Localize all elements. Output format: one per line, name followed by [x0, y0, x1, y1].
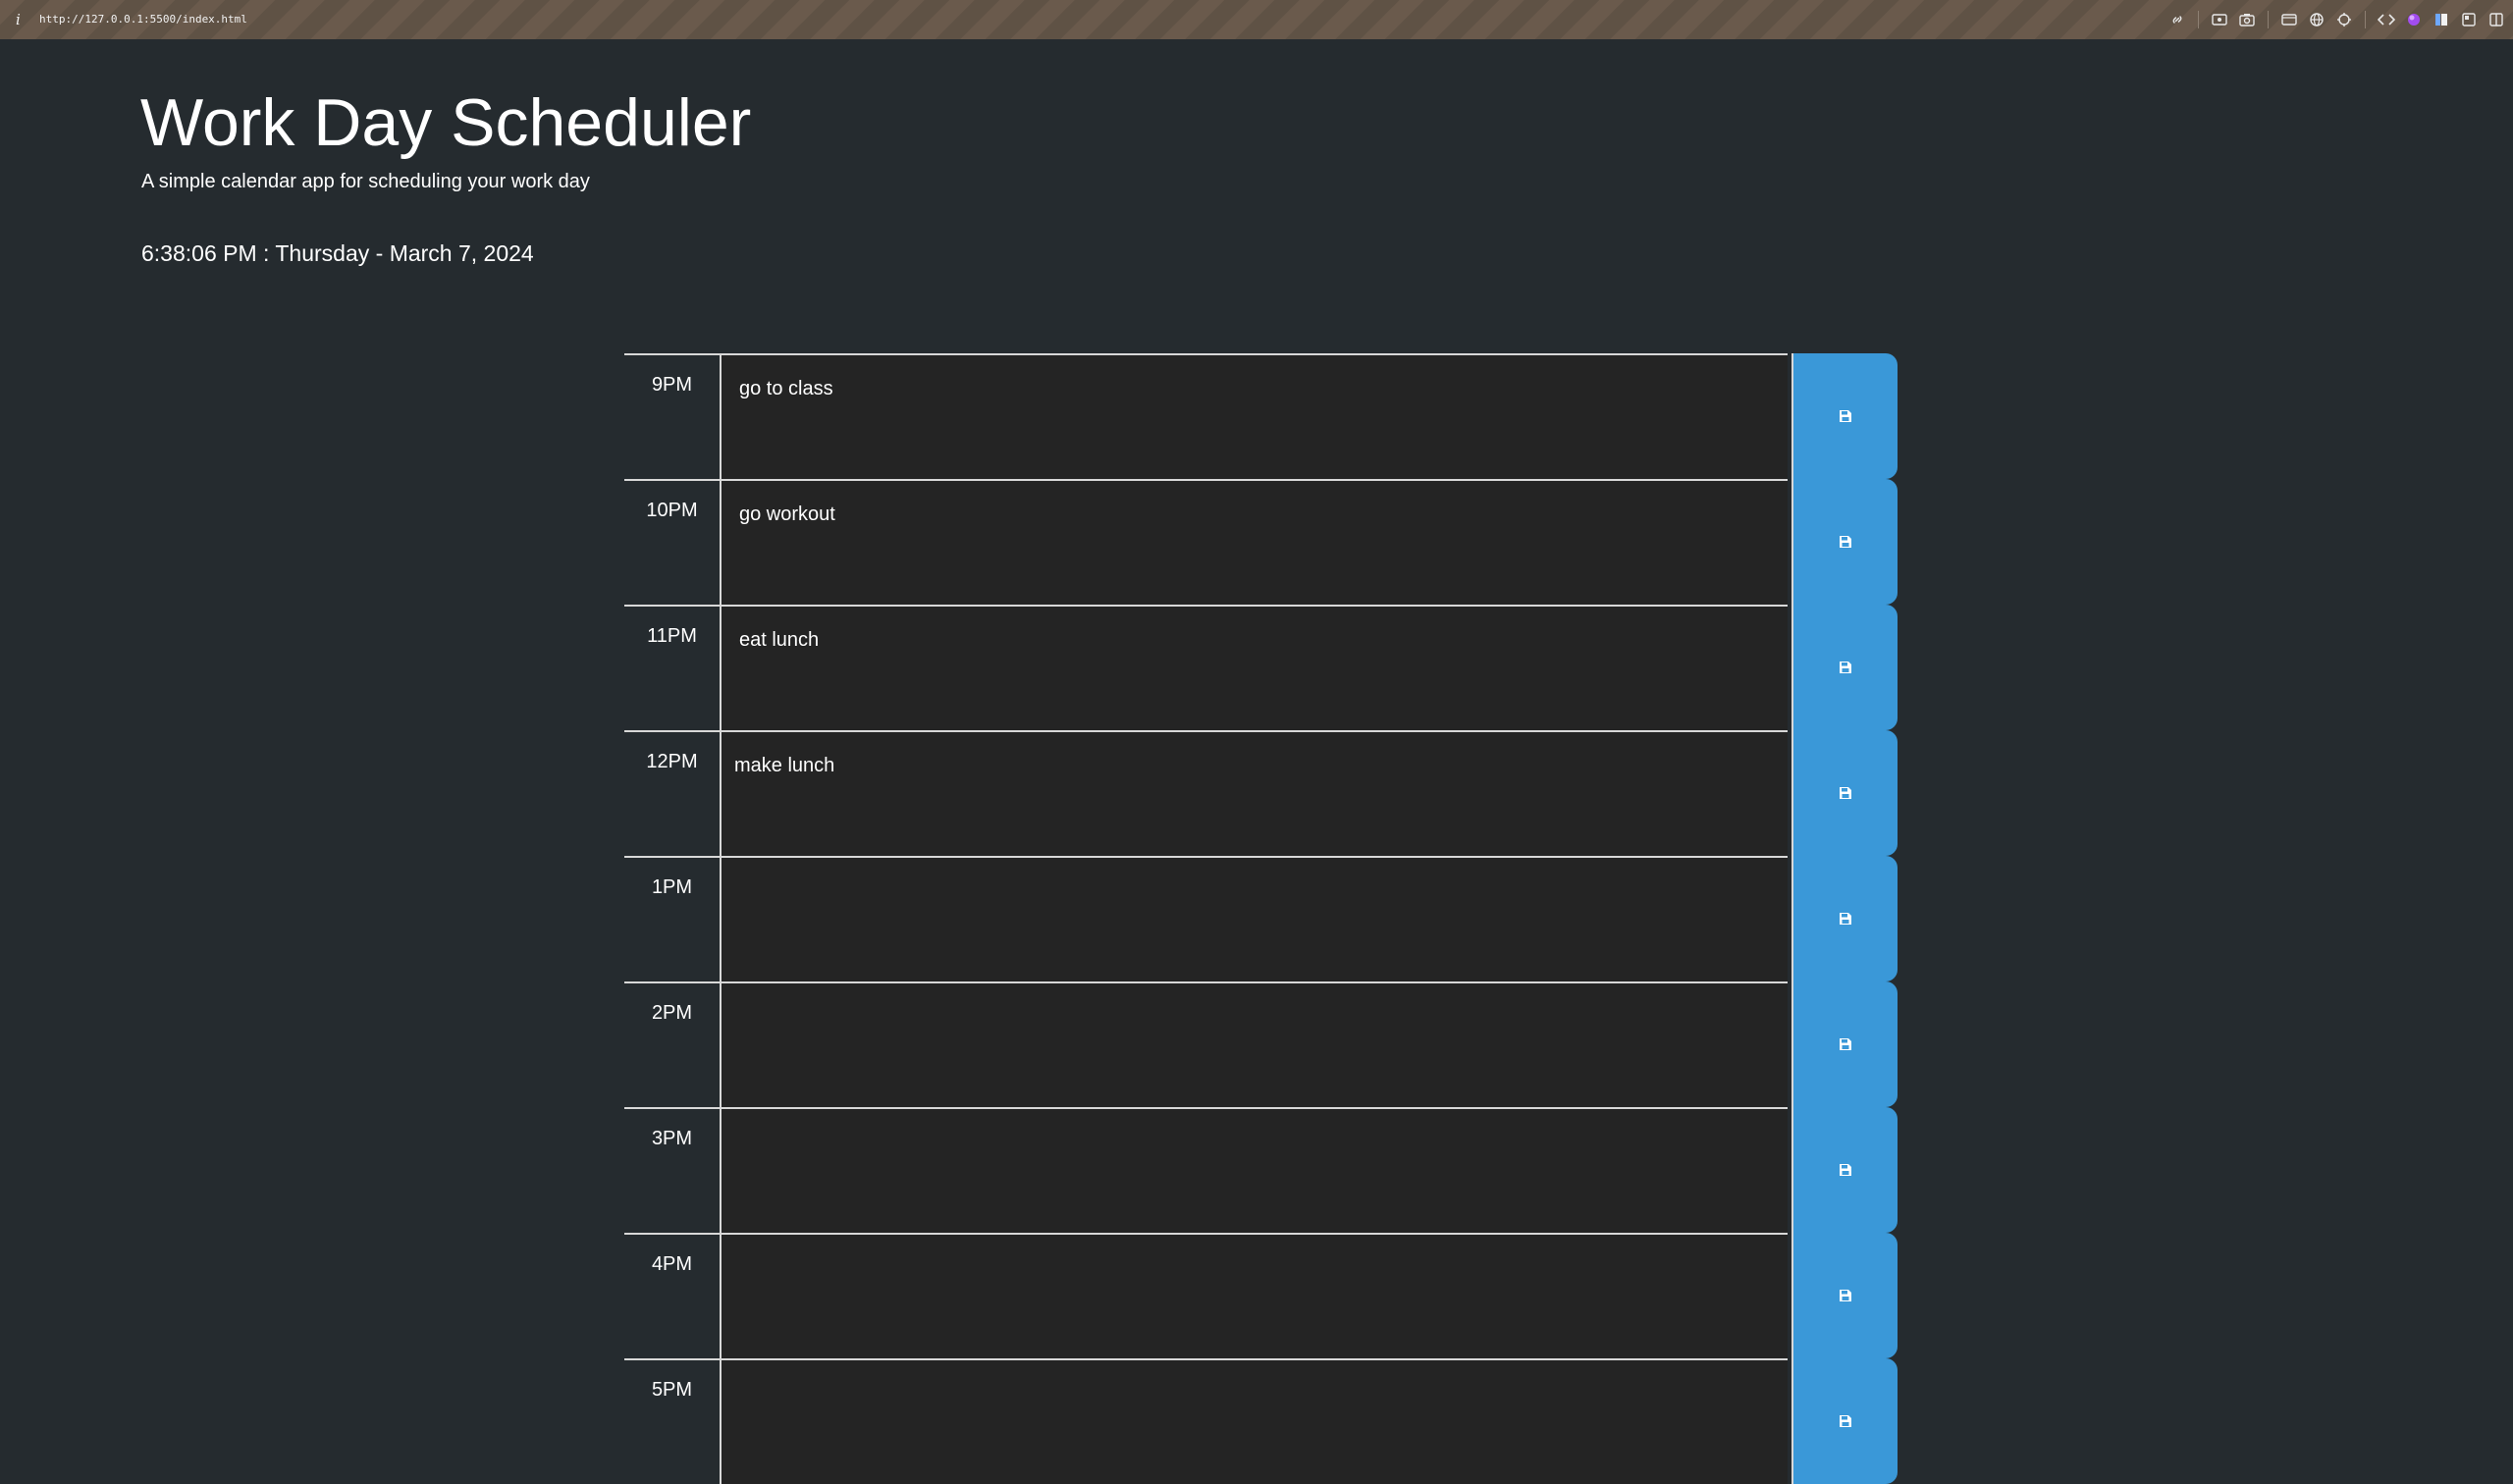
split-view-icon[interactable]: [2487, 11, 2505, 28]
save-button[interactable]: [1791, 1358, 1898, 1484]
current-datetime: 6:38:06 PM : Thursday - March 7, 2024: [141, 240, 534, 266]
hour-label: 4PM: [624, 1233, 720, 1358]
hour-label: 1PM: [624, 856, 720, 981]
time-block: 4PM: [624, 1233, 1898, 1358]
save-icon: [1840, 787, 1851, 799]
save-button[interactable]: [1791, 353, 1898, 479]
window-icon[interactable]: [2280, 11, 2298, 28]
time-block: 5PM: [624, 1358, 1898, 1484]
event-textarea[interactable]: make lunch: [720, 730, 1788, 856]
save-button[interactable]: [1791, 605, 1898, 730]
toolbar-divider: [2365, 11, 2366, 28]
hour-label: 11PM: [624, 605, 720, 730]
save-icon: [1840, 913, 1851, 925]
time-block: 9PM go to class: [624, 353, 1898, 479]
time-block: 3PM: [624, 1107, 1898, 1233]
save-button[interactable]: [1791, 1107, 1898, 1233]
toolbar-divider: [2198, 11, 2199, 28]
hour-label: 12PM: [624, 730, 720, 856]
schedule-container: 9PM go to class 10PM go workout 11PM eat…: [624, 353, 1898, 1484]
code-icon[interactable]: [2378, 11, 2395, 28]
save-button[interactable]: [1791, 981, 1898, 1107]
page-subtitle: A simple calendar app for scheduling you…: [141, 171, 590, 192]
hour-label: 3PM: [624, 1107, 720, 1233]
event-textarea[interactable]: [720, 856, 1788, 981]
page-title: Work Day Scheduler: [140, 85, 752, 160]
save-icon: [1840, 662, 1851, 673]
crosshair-icon[interactable]: [2335, 11, 2353, 28]
save-icon: [1840, 1038, 1851, 1050]
event-textarea[interactable]: [720, 1233, 1788, 1358]
sidebar-extension-icon[interactable]: [2433, 11, 2450, 28]
globe-icon[interactable]: [2308, 11, 2326, 28]
save-button[interactable]: [1791, 479, 1898, 605]
extension-icon[interactable]: [2405, 11, 2423, 28]
save-icon: [1840, 1164, 1851, 1176]
camera-icon[interactable]: [2238, 11, 2256, 28]
time-block: 10PM go workout: [624, 479, 1898, 605]
tab-icon[interactable]: [2460, 11, 2478, 28]
page-header: Work Day Scheduler A simple calendar app…: [140, 80, 752, 266]
hour-label: 10PM: [624, 479, 720, 605]
save-icon: [1840, 410, 1851, 422]
event-textarea[interactable]: [720, 1107, 1788, 1233]
save-button[interactable]: [1791, 856, 1898, 981]
link-icon[interactable]: [2168, 11, 2186, 28]
event-textarea[interactable]: [720, 981, 1788, 1107]
time-block: 1PM: [624, 856, 1898, 981]
event-textarea[interactable]: [720, 1358, 1788, 1484]
save-button[interactable]: [1791, 1233, 1898, 1358]
screen-record-icon[interactable]: [2211, 11, 2228, 28]
browser-toolbar: i http://127.0.0.1:5500/index.html: [0, 0, 2513, 39]
save-icon: [1840, 1415, 1851, 1427]
event-textarea[interactable]: go workout: [720, 479, 1788, 605]
hour-label: 9PM: [624, 353, 720, 479]
toolbar-divider: [2268, 11, 2269, 28]
toolbar-icons: [2159, 10, 2505, 29]
event-textarea[interactable]: eat lunch: [720, 605, 1788, 730]
info-icon[interactable]: i: [16, 11, 21, 28]
hour-label: 2PM: [624, 981, 720, 1107]
hour-label: 5PM: [624, 1358, 720, 1484]
save-button[interactable]: [1791, 730, 1898, 856]
save-icon: [1840, 1290, 1851, 1301]
time-block: 11PM eat lunch: [624, 605, 1898, 730]
time-block: 12PM make lunch: [624, 730, 1898, 856]
time-block: 2PM: [624, 981, 1898, 1107]
event-textarea[interactable]: go to class: [720, 353, 1788, 479]
address-bar[interactable]: http://127.0.0.1:5500/index.html: [39, 13, 247, 26]
save-icon: [1840, 536, 1851, 548]
